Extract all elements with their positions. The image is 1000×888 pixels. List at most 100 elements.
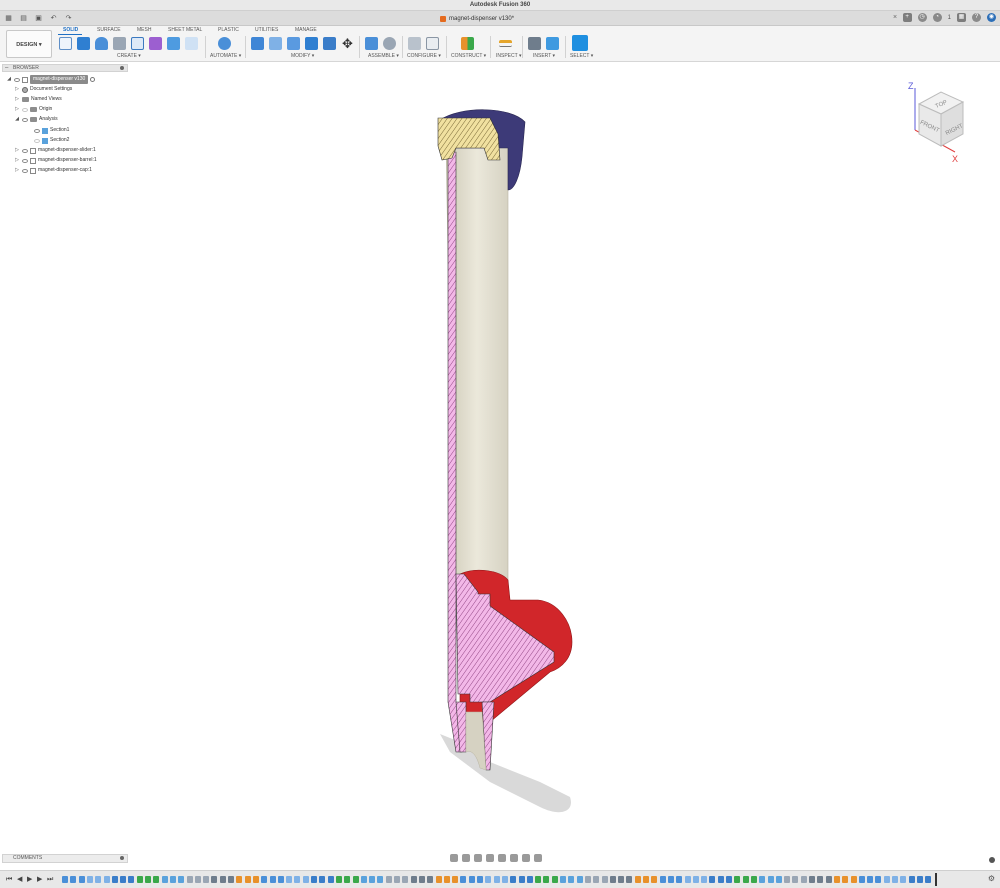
timeline-feature-icon[interactable] <box>244 876 251 883</box>
box-icon[interactable] <box>167 37 180 50</box>
timeline-feature-icon[interactable] <box>169 876 176 883</box>
timeline-feature-icon[interactable] <box>153 876 160 883</box>
timeline-feature-icon[interactable] <box>443 876 450 883</box>
collapse-icon[interactable]: – <box>5 65 8 71</box>
timeline-feature-icon[interactable] <box>908 876 915 883</box>
timeline-feature-icon[interactable] <box>145 876 151 883</box>
create-menu[interactable]: CREATE ▾ <box>117 53 141 59</box>
step-back-icon[interactable]: ◀ <box>17 875 22 885</box>
timeline-feature-icon[interactable] <box>236 876 243 883</box>
tab-utilities[interactable]: UTILITIES <box>255 27 278 33</box>
tab-mesh[interactable]: MESH <box>137 27 151 33</box>
timeline-feature-icon[interactable] <box>510 876 517 883</box>
browser-item-named-views[interactable]: ▷ Named Views <box>14 95 62 104</box>
timeline-feature-icon[interactable] <box>360 876 367 883</box>
timeline-feature-icon[interactable] <box>526 876 533 883</box>
measure-icon[interactable] <box>499 40 512 47</box>
timeline-feature-icon[interactable] <box>734 876 741 883</box>
new-component-icon[interactable] <box>365 37 378 50</box>
timeline-feature-icon[interactable] <box>543 876 550 883</box>
redo-icon[interactable]: ↷ <box>64 14 73 23</box>
timeline-feature-icon[interactable] <box>858 876 865 883</box>
timeline-feature-icon[interactable] <box>726 876 732 883</box>
construct-menu[interactable]: CONSTRUCT ▾ <box>451 53 486 59</box>
step-forward-icon[interactable]: ▶ <box>37 875 42 885</box>
viewport-settings-icon[interactable] <box>989 857 995 863</box>
timeline-feature-icon[interactable] <box>667 876 674 883</box>
timeline-feature-icon[interactable] <box>203 876 210 883</box>
timeline-marker[interactable] <box>935 873 937 886</box>
timeline-feature-icon[interactable] <box>460 876 467 883</box>
grid-menu-icon[interactable]: ▦ <box>4 14 13 23</box>
tab-surface[interactable]: SURFACE <box>97 27 121 33</box>
timeline-feature-icon[interactable] <box>750 876 757 883</box>
press-pull-icon[interactable] <box>251 37 264 50</box>
timeline-feature-icon[interactable] <box>643 876 649 883</box>
activate-radio-icon[interactable] <box>90 77 96 82</box>
insert-derive-icon[interactable] <box>528 37 541 50</box>
timeline-feature-icon[interactable] <box>809 876 815 883</box>
timeline-feature-icon[interactable] <box>867 876 874 883</box>
timeline-feature-icon[interactable] <box>418 876 425 883</box>
timeline-feature-icon[interactable] <box>468 876 475 883</box>
timeline-feature-icon[interactable] <box>584 876 591 883</box>
file-icon[interactable]: ▤ <box>19 14 28 23</box>
timeline-feature-icon[interactable] <box>103 876 110 883</box>
timeline-feature-icon[interactable] <box>925 876 932 883</box>
expand-arrow-icon[interactable]: ▷ <box>14 166 20 175</box>
visibility-eye-icon[interactable] <box>34 128 40 133</box>
configure-icon[interactable] <box>408 37 421 50</box>
combine-icon[interactable] <box>305 37 318 50</box>
timeline-feature-icon[interactable] <box>335 876 342 883</box>
automate-menu[interactable]: AUTOMATE ▾ <box>210 53 241 59</box>
timeline-feature-icon[interactable] <box>900 876 907 883</box>
timeline-feature-icon[interactable] <box>560 876 566 883</box>
timeline-feature-icon[interactable] <box>916 876 923 883</box>
form-icon[interactable] <box>149 37 162 50</box>
timeline-feature-icon[interactable] <box>684 876 691 883</box>
timeline-feature-icon[interactable] <box>186 876 193 883</box>
zoom-icon[interactable] <box>486 854 494 862</box>
pan-icon[interactable] <box>474 854 482 862</box>
timeline-feature-icon[interactable] <box>775 876 782 883</box>
assemble-menu[interactable]: ASSEMBLE ▾ <box>368 53 399 59</box>
timeline-feature-icon[interactable] <box>136 876 143 883</box>
timeline-feature-icon[interactable] <box>427 876 434 883</box>
joint-icon[interactable] <box>383 37 396 50</box>
notifications-icon[interactable]: ◔ <box>932 13 942 22</box>
browser-item-section2[interactable]: Section2 <box>34 136 69 145</box>
expand-arrow-icon[interactable]: ▷ <box>14 105 20 114</box>
visibility-eye-icon[interactable] <box>22 107 28 112</box>
derive-icon[interactable] <box>185 37 198 50</box>
timeline-feature-icon[interactable] <box>800 876 807 883</box>
timeline-feature-icon[interactable] <box>294 876 301 883</box>
comments-panel[interactable]: COMMENTS <box>2 854 128 863</box>
browser-item-slider[interactable]: ▷ magnet-dispenser-slider:1 <box>14 146 96 155</box>
timeline-feature-icon[interactable] <box>219 876 226 883</box>
timeline-feature-icon[interactable] <box>452 876 459 883</box>
timeline-feature-icon[interactable] <box>311 876 317 883</box>
browser-item-analysis[interactable]: ◢ Analysis <box>14 115 58 124</box>
insert-menu[interactable]: INSERT ▾ <box>533 53 555 59</box>
timeline-feature-icon[interactable] <box>634 876 641 883</box>
timeline-feature-icon[interactable] <box>111 876 118 883</box>
timeline-feature-icon[interactable] <box>261 876 268 883</box>
timeline-feature-icon[interactable] <box>833 876 840 883</box>
timeline-feature-icon[interactable] <box>435 876 442 883</box>
timeline-feature-icon[interactable] <box>875 876 882 883</box>
help-icon[interactable]: ? <box>972 13 981 22</box>
browser-item-section1[interactable]: Section1 <box>34 126 69 135</box>
split-body-icon[interactable] <box>323 37 336 50</box>
visibility-eye-icon[interactable] <box>22 158 28 163</box>
select-cursor-icon[interactable] <box>572 35 588 51</box>
modify-menu[interactable]: MODIFY ▾ <box>291 53 314 59</box>
tab-plastic[interactable]: PLASTIC <box>218 27 239 33</box>
timeline-feature-icon[interactable] <box>70 876 77 883</box>
timeline-feature-icon[interactable] <box>717 876 724 883</box>
user-avatar[interactable]: ◉ <box>987 13 996 22</box>
extensions-icon[interactable]: ▦ <box>957 13 966 22</box>
browser-item-origin[interactable]: ▷ Origin <box>14 105 52 114</box>
browser-root[interactable]: ◢ magnet-dispenser v130 <box>6 75 96 84</box>
save-icon[interactable]: ▣ <box>34 14 43 23</box>
insert-image-icon[interactable] <box>546 37 559 50</box>
